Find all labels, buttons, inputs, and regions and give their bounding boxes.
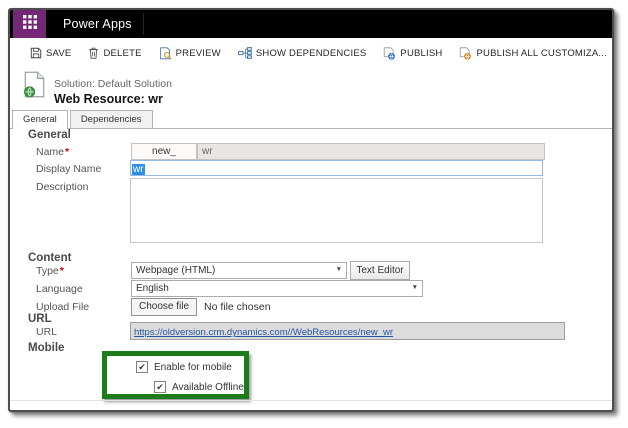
publish-icon (383, 47, 396, 60)
type-label: Type* (36, 265, 64, 277)
waffle-icon (23, 15, 37, 34)
url-field: https://oldversion.crm.dynamics.com//Web… (130, 322, 565, 340)
enable-for-mobile-row: ✔ Enable for mobile (136, 361, 232, 373)
required-marker: * (60, 265, 64, 277)
chevron-down-icon: ▼ (412, 285, 418, 292)
top-navigation-bar: Power Apps (10, 10, 612, 38)
required-marker: * (65, 146, 69, 158)
app-name[interactable]: Power Apps (63, 17, 132, 31)
enable-for-mobile-checkbox[interactable]: ✔ (136, 361, 148, 373)
command-toolbar: SAVE DELETE PREVIEW SHOW DEPENDENCIES PU… (10, 38, 612, 68)
name-label: Name* (36, 146, 69, 158)
show-dependencies-button[interactable]: SHOW DEPENDENCIES (238, 47, 367, 59)
preview-icon (159, 47, 172, 60)
enable-for-mobile-label: Enable for mobile (154, 362, 232, 373)
display-name-input[interactable]: wr (130, 160, 543, 176)
section-heading-url: URL (28, 313, 52, 325)
description-input[interactable] (130, 178, 543, 243)
preview-button[interactable]: PREVIEW (159, 47, 221, 60)
description-label: Description (36, 181, 89, 193)
bottom-divider (10, 400, 612, 401)
display-name-label: Display Name (36, 163, 101, 175)
save-button[interactable]: SAVE (30, 47, 71, 59)
language-select[interactable]: English ▼ (131, 280, 423, 297)
section-heading-general: General (28, 129, 71, 141)
tab-bar: General Dependencies (10, 109, 612, 129)
delete-button[interactable]: DELETE (88, 47, 141, 59)
available-offline-row: ✔ Available Offline (154, 381, 244, 393)
section-heading-mobile: Mobile (28, 342, 64, 354)
file-status-text: No file chosen (204, 301, 271, 313)
app-launcher-button[interactable] (13, 10, 46, 38)
app-window: Power Apps SAVE DELETE PREVIEW SHO (8, 8, 614, 412)
chevron-down-icon: ▼ (336, 267, 342, 274)
record-header: Solution: Default Solution Web Resource:… (10, 68, 612, 109)
web-resource-url-link[interactable]: https://oldversion.crm.dynamics.com//Web… (134, 327, 393, 338)
name-prefix-field[interactable]: new_ (131, 143, 197, 160)
available-offline-checkbox[interactable]: ✔ (154, 381, 166, 393)
choose-file-button[interactable]: Choose file (131, 298, 197, 316)
name-input[interactable]: wr (197, 143, 545, 160)
tab-general[interactable]: General (12, 110, 68, 129)
page-title: Web Resource: wr (54, 92, 163, 106)
solution-breadcrumb: Solution: Default Solution (54, 78, 172, 90)
publish-all-customizations-button[interactable]: PUBLISH ALL CUSTOMIZA... (459, 47, 606, 60)
language-label: Language (36, 283, 83, 295)
topbar-divider (143, 13, 144, 35)
url-label: URL (36, 326, 57, 338)
delete-icon (88, 47, 99, 59)
section-heading-content: Content (28, 252, 71, 264)
available-offline-label: Available Offline (172, 382, 244, 393)
text-editor-button[interactable]: Text Editor (350, 261, 410, 280)
upload-file-label: Upload File (36, 301, 89, 313)
selected-text: wr (132, 164, 145, 175)
publish-all-icon (459, 47, 472, 60)
show-dependencies-icon (238, 47, 252, 59)
save-icon (30, 47, 42, 59)
web-resource-icon (22, 71, 47, 103)
tab-dependencies[interactable]: Dependencies (70, 110, 153, 128)
type-select[interactable]: Webpage (HTML) ▼ (131, 262, 347, 279)
publish-button[interactable]: PUBLISH (383, 47, 442, 60)
